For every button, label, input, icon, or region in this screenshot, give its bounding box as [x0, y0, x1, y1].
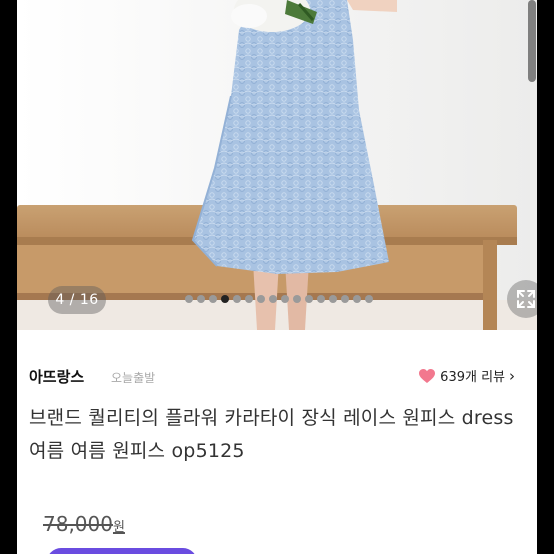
pagination-dot[interactable]	[353, 295, 361, 303]
original-price: 78,000원	[43, 512, 125, 536]
chevron-right-icon: ›	[509, 366, 515, 385]
heart-icon	[419, 368, 436, 383]
original-price-value: 78,000	[43, 512, 113, 536]
pagination-dot[interactable]	[329, 295, 337, 303]
product-title: 브랜드 퀄리티의 플라워 카라타이 장식 레이스 원피스 dress 여름 여름…	[29, 407, 514, 462]
product-image	[17, 0, 537, 330]
price-unit: 원	[112, 520, 125, 535]
product-screen: 4 / 16 아뜨랑스 오늘출발 639개 리뷰 › 브랜드 퀄리티의 플라워 …	[0, 0, 554, 554]
review-link[interactable]: 639개 리뷰 ›	[418, 366, 515, 385]
shipping-tag: 오늘출발	[111, 371, 156, 385]
expand-button[interactable]	[507, 280, 537, 318]
pagination-dot[interactable]	[209, 295, 217, 303]
pagination-dot[interactable]	[269, 295, 277, 303]
pagination-dot[interactable]	[197, 295, 205, 303]
expand-icon	[517, 290, 535, 308]
discount-badge[interactable]	[47, 548, 197, 554]
pagination-dot[interactable]	[365, 295, 373, 303]
product-photo[interactable]: 4 / 16	[17, 0, 537, 330]
pagination-dot[interactable]	[185, 295, 193, 303]
gallery-pagination[interactable]	[185, 295, 373, 303]
shop-name[interactable]: 아뜨랑스	[29, 366, 84, 387]
pagination-dot[interactable]	[281, 295, 289, 303]
image-counter: 4 / 16	[48, 286, 106, 314]
pagination-dot[interactable]	[317, 295, 325, 303]
pagination-dot[interactable]	[233, 295, 241, 303]
pagination-dot[interactable]	[305, 295, 313, 303]
review-count: 639개 리뷰	[440, 370, 505, 385]
pagination-dot[interactable]	[245, 295, 253, 303]
pagination-dot[interactable]	[293, 295, 301, 303]
pagination-dot-active[interactable]	[221, 295, 229, 303]
pagination-dot[interactable]	[257, 295, 265, 303]
product-info: 아뜨랑스 오늘출발 639개 리뷰 › 브랜드 퀄리티의 플라워 카라타이 장식…	[17, 330, 537, 554]
scrollbar-thumb[interactable]	[528, 0, 536, 82]
pagination-dot[interactable]	[341, 295, 349, 303]
